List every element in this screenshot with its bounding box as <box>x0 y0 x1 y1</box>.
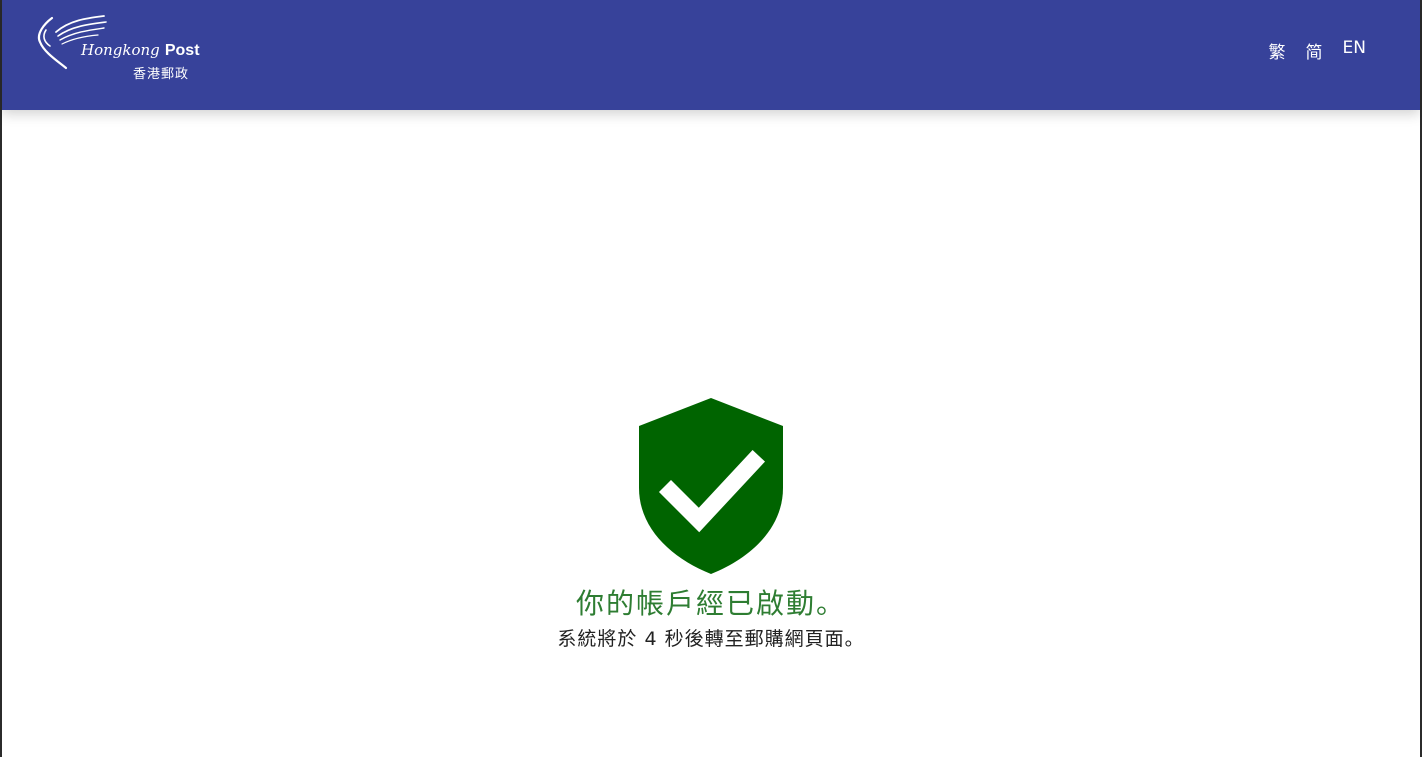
language-switcher: 繁 简 EN <box>1269 38 1366 63</box>
page-frame: Hongkong Post 香港郵政 繁 简 EN 你的帳戶經已啟動。 系統將於… <box>0 0 1422 757</box>
logo-chinese-name: 香港郵政 <box>133 67 190 82</box>
logo-name-prefix: Hongkong <box>81 41 160 59</box>
hongkong-post-logo[interactable]: Hongkong Post 香港郵政 <box>32 12 222 92</box>
activation-title: 你的帳戶經已啟動。 <box>575 587 846 620</box>
logo-name-suffix: Post <box>164 42 200 59</box>
shield-check-icon <box>639 398 783 574</box>
lang-english-link[interactable]: EN <box>1343 38 1366 63</box>
activation-message: 你的帳戶經已啟動。 系統將於 4 秒後轉至郵購網頁面。 <box>2 396 1420 652</box>
lang-traditional-chinese-link[interactable]: 繁 <box>1269 38 1286 63</box>
redirect-message: 系統將於 4 秒後轉至郵購網頁面。 <box>557 628 865 650</box>
lang-simplified-chinese-link[interactable]: 简 <box>1306 38 1323 63</box>
header-bar: Hongkong Post 香港郵政 繁 简 EN <box>2 0 1420 110</box>
logo-wordmark: Hongkong Post <box>81 42 200 59</box>
